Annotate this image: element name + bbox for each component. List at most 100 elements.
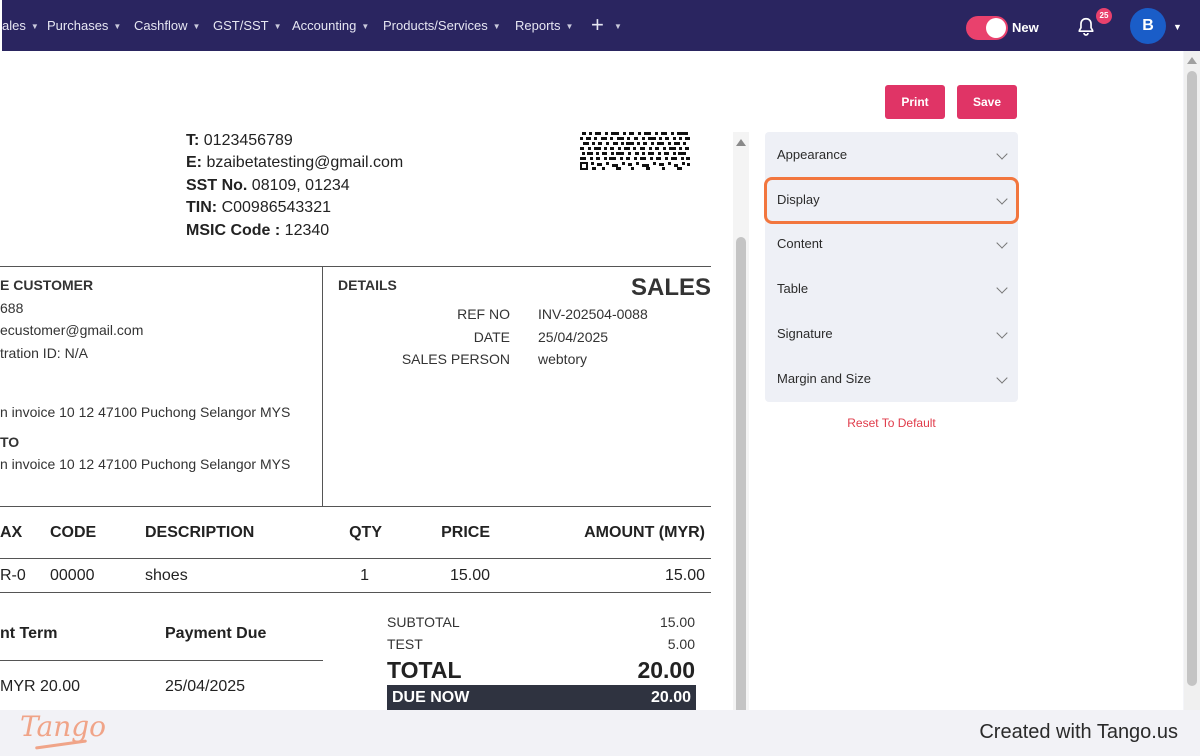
nav-purchases[interactable]: Purchases ▼ — [47, 0, 121, 51]
accordion-label: Content — [777, 236, 823, 251]
details-heading: DETAILS — [338, 277, 397, 293]
nav-accounting-label: Accounting — [292, 18, 357, 33]
table-cell-price: 15.00 — [449, 567, 490, 584]
chevron-down-icon — [996, 148, 1008, 160]
divider — [0, 266, 711, 267]
table-header-description: DESCRIPTION — [145, 524, 255, 541]
scroll-up-icon[interactable] — [736, 139, 746, 146]
chevron-down-icon[interactable]: ▼ — [614, 22, 622, 31]
chevron-down-icon — [996, 237, 1008, 249]
accordion-label: Appearance — [777, 147, 848, 162]
divider — [322, 266, 323, 506]
subtotal-value: 15.00 — [659, 614, 695, 630]
sales-person-label: SALES PERSON — [401, 351, 510, 367]
nav-products-services[interactable]: Products/Services ▼ — [383, 0, 501, 51]
chevron-down-icon: ▼ — [361, 22, 370, 31]
avatar[interactable]: B — [1130, 8, 1166, 44]
customer-heading: E CUSTOMER — [0, 277, 94, 293]
accordion-label: Margin and Size — [777, 371, 871, 386]
shipping-address: n invoice 10 12 47100 Puchong Selangor M… — [0, 456, 291, 472]
table-header-qty: QTY — [349, 524, 382, 541]
nav-gst-sst[interactable]: GST/SST ▼ — [213, 0, 282, 51]
toggle-knob — [986, 18, 1006, 38]
test-value: 5.00 — [667, 636, 695, 652]
ref-no-value: INV-202504-0088 — [538, 306, 648, 322]
subtotal-label: SUBTOTAL — [387, 614, 460, 630]
nav-cashflow-label: Cashflow — [134, 18, 188, 33]
company-tin: TIN: C00986543321 — [186, 199, 331, 216]
divider — [0, 558, 711, 559]
invoice-preview: T: 0123456789 E: bzaibetatesting@gmail.c… — [0, 132, 731, 710]
chevron-down-icon — [996, 282, 1008, 294]
chevron-down-icon[interactable]: ▼ — [1173, 22, 1182, 32]
date-value: 25/04/2025 — [538, 329, 609, 345]
chevron-down-icon — [996, 327, 1008, 339]
nav-sales[interactable]: ales ▼ — [2, 0, 39, 51]
nav-purchases-label: Purchases — [47, 18, 109, 33]
company-phone: T: 0123456789 — [186, 132, 293, 149]
divider — [0, 660, 323, 661]
reset-to-default-link[interactable]: Reset To Default — [765, 416, 1018, 430]
preview-scrollbar[interactable] — [733, 132, 749, 717]
chevron-down-icon — [996, 372, 1008, 384]
total-value: 20.00 — [637, 657, 695, 683]
table-cell-description: shoes — [145, 567, 188, 584]
document-title: SALES — [630, 274, 711, 301]
chevron-down-icon: ▼ — [565, 22, 574, 31]
divider — [0, 506, 711, 507]
new-ui-toggle-label: New — [1012, 20, 1039, 35]
top-navigation-bar: ales ▼ Purchases ▼ Cashflow ▼ GST/SST ▼ Acco… — [0, 0, 1200, 51]
table-cell-code: 00000 — [50, 567, 95, 584]
new-ui-toggle[interactable] — [966, 16, 1008, 40]
step-highlight-outline — [764, 177, 1019, 224]
sales-person-value: webtory — [538, 351, 588, 367]
ship-to-heading: TO — [0, 434, 20, 450]
accordion-margin-and-size[interactable]: Margin and Size — [765, 356, 1018, 401]
accordion-signature[interactable]: Signature — [765, 311, 1018, 356]
payment-term-header: nt Term — [0, 625, 58, 642]
nav-accounting[interactable]: Accounting ▼ — [292, 0, 369, 51]
page-scrollbar-thumb[interactable] — [1187, 71, 1197, 686]
qr-code-icon — [580, 132, 690, 170]
accordion-table[interactable]: Table — [765, 266, 1018, 311]
table-cell-amount: 15.00 — [664, 567, 705, 584]
notification-badge: 25 — [1096, 8, 1112, 24]
table-header-price: PRICE — [441, 524, 490, 541]
table-header-code: CODE — [50, 524, 97, 541]
page-scrollbar[interactable] — [1184, 51, 1200, 710]
created-with-tango: Created with Tango.us — [979, 721, 1178, 743]
nav-gst-sst-label: GST/SST — [213, 18, 269, 33]
table-cell-qty: 1 — [360, 567, 369, 584]
nav-products-services-label: Products/Services — [383, 18, 488, 33]
scroll-up-icon[interactable] — [1187, 57, 1197, 64]
company-msic: MSIC Code : 12340 — [186, 222, 330, 239]
add-plus-icon[interactable]: + — [591, 13, 604, 37]
tango-footer: Tango Created with Tango.us — [0, 710, 1200, 756]
save-button[interactable]: Save — [957, 85, 1017, 119]
payment-term-value: MYR 20.00 — [0, 678, 81, 695]
divider — [0, 592, 711, 593]
table-header-amount: AMOUNT (MYR) — [584, 524, 705, 541]
billing-address: n invoice 10 12 47100 Puchong Selangor M… — [0, 404, 291, 420]
chevron-down-icon: ▼ — [113, 22, 122, 31]
nav-reports-label: Reports — [515, 18, 561, 33]
accordion-label: Signature — [777, 326, 833, 341]
nav-reports[interactable]: Reports ▼ — [515, 0, 573, 51]
chevron-down-icon: ▼ — [192, 22, 201, 31]
payment-due-header: Payment Due — [165, 625, 267, 642]
accordion-appearance[interactable]: Appearance — [765, 132, 1018, 177]
company-sst: SST No. 08109, 01234 — [186, 177, 350, 194]
accordion-label: Table — [777, 281, 809, 296]
bell-icon[interactable] — [1075, 16, 1097, 38]
preview-scrollbar-thumb[interactable] — [736, 237, 746, 717]
nav-sales-label: ales — [2, 18, 26, 33]
nav-cashflow[interactable]: Cashflow ▼ — [134, 0, 200, 51]
accordion-content[interactable]: Content — [765, 221, 1018, 266]
table-cell-tax: R-0 — [0, 567, 26, 584]
test-label: TEST — [387, 636, 423, 652]
chevron-down-icon: ▼ — [492, 22, 501, 31]
print-button[interactable]: Print — [885, 85, 945, 119]
company-email: E: bzaibetatesting@gmail.com — [186, 154, 404, 171]
table-header-tax: AX — [0, 524, 23, 541]
customer-registration: tration ID: N/A — [0, 345, 88, 361]
